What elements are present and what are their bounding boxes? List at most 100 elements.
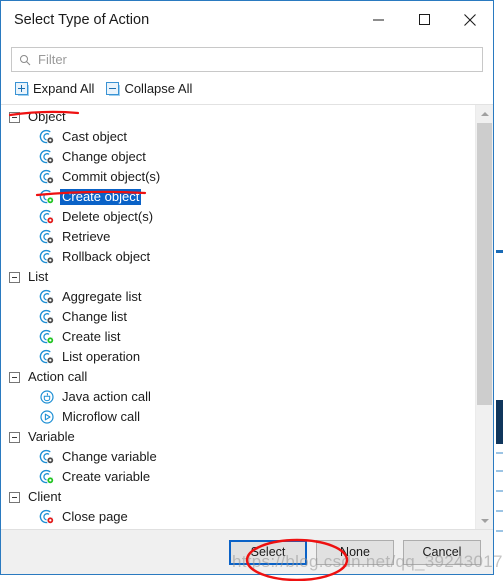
- minus-box-icon: [106, 81, 120, 95]
- title-bar: Select Type of Action: [1, 1, 493, 39]
- tree-item-change-variable[interactable]: Change variable: [1, 447, 475, 467]
- filter-box[interactable]: [11, 47, 483, 72]
- list-operation-icon: [39, 349, 55, 365]
- object-delete-icon: [39, 209, 55, 225]
- collapse-all-button[interactable]: Collapse All: [104, 80, 198, 97]
- object-retrieve-icon: [39, 229, 55, 245]
- tree-panel: Object Cast object Change object Commit obj…: [1, 104, 493, 530]
- tree-item-download-file[interactable]: Download file: [1, 527, 475, 529]
- close-button[interactable]: [447, 2, 493, 38]
- tree-item-retrieve[interactable]: Retrieve: [1, 227, 475, 247]
- background-strip: [496, 530, 503, 532]
- variable-change-icon: [39, 449, 55, 465]
- collapse-toggle-icon[interactable]: [9, 271, 20, 283]
- collapse-all-label: Collapse All: [124, 80, 193, 96]
- variable-change-icon: [39, 449, 55, 465]
- object-rollback-icon: [39, 249, 55, 265]
- background-strip: [496, 490, 503, 492]
- tree-item-create-object[interactable]: Create object: [1, 187, 475, 207]
- object-change-icon: [39, 149, 55, 165]
- microflow-icon: [40, 410, 54, 424]
- object-cast-icon: [39, 129, 55, 145]
- tree-group-label: Variable: [28, 429, 75, 444]
- list-change-icon: [39, 309, 55, 325]
- client-close-icon: [39, 509, 55, 525]
- tree-group-label: List: [28, 269, 49, 284]
- tree-item-change-list[interactable]: Change list: [1, 307, 475, 327]
- list-operation-icon: [39, 349, 55, 365]
- minimize-button[interactable]: [355, 2, 401, 38]
- tree-group-object[interactable]: Object: [1, 107, 475, 127]
- tree-item-delete-object-s[interactable]: Delete object(s): [1, 207, 475, 227]
- dialog-footer: Select None Cancel: [1, 530, 493, 574]
- object-commit-icon: [39, 169, 55, 185]
- tree-item-label: Retrieve: [62, 229, 111, 244]
- tree-item-rollback-object[interactable]: Rollback object: [1, 247, 475, 267]
- action-type-tree[interactable]: Object Cast object Change object Commit obj…: [1, 105, 475, 529]
- expand-all-label: Expand All: [33, 80, 95, 96]
- object-cast-icon: [39, 129, 55, 145]
- tree-group-label: Object: [28, 109, 66, 124]
- list-create-icon: [39, 329, 55, 345]
- collapse-toggle-icon[interactable]: [9, 431, 20, 443]
- minimize-icon: [372, 13, 385, 26]
- select-type-of-action-dialog: Select Type of Action Filter Expand All …: [0, 0, 494, 575]
- variable-create-icon: [39, 469, 55, 485]
- window-title: Select Type of Action: [14, 11, 150, 28]
- tree-item-label: Create list: [62, 329, 121, 344]
- tree-item-create-list[interactable]: Create list: [1, 327, 475, 347]
- background-strip: [496, 452, 503, 454]
- tree-item-label: Rollback object: [62, 249, 151, 264]
- tree-item-microflow-call[interactable]: Microflow call: [1, 407, 475, 427]
- tree-item-close-page[interactable]: Close page: [1, 507, 475, 527]
- tree-item-java-action-call[interactable]: Java action call: [1, 387, 475, 407]
- plus-box-icon: [15, 81, 28, 95]
- tree-item-label: Close page: [62, 509, 128, 524]
- list-create-icon: [39, 329, 55, 345]
- scroll-down-arrow[interactable]: [476, 512, 493, 529]
- close-icon: [463, 13, 477, 27]
- background-strip: [496, 470, 503, 472]
- tree-group-action-call[interactable]: Action call: [1, 367, 475, 387]
- tree-group-variable[interactable]: Variable: [1, 427, 475, 447]
- tree-item-aggregate-list[interactable]: Aggregate list: [1, 287, 475, 307]
- tree-item-change-object[interactable]: Change object: [1, 147, 475, 167]
- tree-item-list-operation[interactable]: List operation: [1, 347, 475, 367]
- tree-group-list[interactable]: List: [1, 267, 475, 287]
- select-button[interactable]: Select: [229, 539, 307, 565]
- tree-group-client[interactable]: Client: [1, 487, 475, 507]
- java-action-icon: [39, 389, 55, 405]
- list-aggregate-icon: [39, 289, 55, 305]
- tree-vertical-scrollbar[interactable]: [475, 105, 493, 529]
- tree-item-label: Microflow call: [62, 409, 141, 424]
- collapse-toggle-icon[interactable]: [9, 111, 20, 123]
- java-action-icon: [40, 390, 54, 404]
- tree-item-label: Change variable: [62, 449, 157, 464]
- search-icon: [12, 54, 38, 66]
- variable-create-icon: [39, 469, 55, 485]
- tree-item-commit-object-s[interactable]: Commit object(s): [1, 167, 475, 187]
- tree-group-label: Action call: [28, 369, 88, 384]
- object-commit-icon: [39, 169, 55, 185]
- expand-all-button[interactable]: Expand All: [13, 80, 100, 97]
- tree-item-label: Delete object(s): [62, 209, 154, 224]
- tree-item-label: Create object: [60, 189, 142, 205]
- filter-area: [1, 39, 493, 72]
- tree-item-cast-object[interactable]: Cast object: [1, 127, 475, 147]
- object-create-icon: [39, 189, 55, 205]
- filter-input[interactable]: [38, 49, 482, 70]
- cancel-button[interactable]: Cancel: [403, 539, 481, 565]
- collapse-toggle-icon[interactable]: [9, 371, 20, 383]
- tree-item-label: Commit object(s): [62, 169, 161, 184]
- collapse-toggle-icon[interactable]: [9, 491, 20, 503]
- list-change-icon: [39, 309, 55, 325]
- tree-item-label: Change object: [62, 149, 146, 164]
- maximize-icon: [418, 13, 431, 26]
- tree-item-create-variable[interactable]: Create variable: [1, 467, 475, 487]
- scroll-up-arrow[interactable]: [476, 105, 493, 122]
- none-button[interactable]: None: [316, 539, 394, 565]
- object-rollback-icon: [39, 249, 55, 265]
- maximize-button[interactable]: [401, 2, 447, 38]
- scrollbar-thumb[interactable]: [477, 123, 492, 405]
- object-delete-icon: [39, 209, 55, 225]
